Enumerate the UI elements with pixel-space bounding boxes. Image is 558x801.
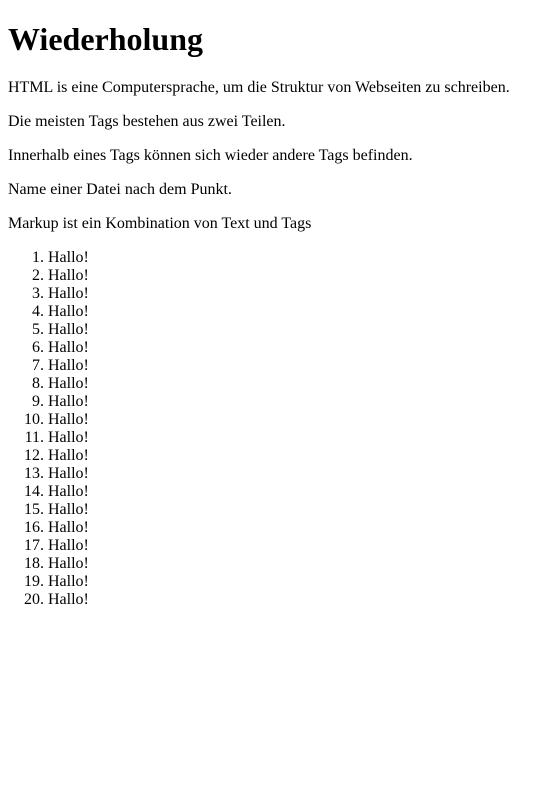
page-content: Wiederholung HTML is eine Computersprach… — [0, 21, 558, 609]
list-item: Hallo! — [48, 501, 550, 519]
paragraph-tags-two-parts: Die meisten Tags bestehen aus zwei Teile… — [8, 113, 286, 130]
list-item: Hallo! — [48, 537, 550, 555]
list-item: Hallo! — [48, 339, 550, 357]
list-item: Hallo! — [48, 465, 550, 483]
list-item: Hallo! — [48, 483, 550, 501]
list-item: Hallo! — [48, 573, 550, 591]
list-item: Hallo! — [48, 249, 550, 267]
paragraph-html-definition: HTML is eine Computersprache, um die Str… — [8, 79, 510, 96]
list-item: Hallo! — [48, 393, 550, 411]
list-item: Hallo! — [48, 357, 550, 375]
paragraph-markup-definition: Markup ist ein Kombination von Text und … — [8, 215, 312, 232]
list-item: Hallo! — [48, 375, 550, 393]
ordered-list: Hallo! Hallo! Hallo! Hallo! Hallo! Hallo… — [8, 249, 550, 609]
list-item: Hallo! — [48, 411, 550, 429]
list-item: Hallo! — [48, 429, 550, 447]
paragraph-file-extension: Name einer Datei nach dem Punkt. — [8, 181, 232, 198]
list-item: Hallo! — [48, 555, 550, 573]
list-item: Hallo! — [48, 447, 550, 465]
list-item: Hallo! — [48, 267, 550, 285]
paragraph-nested-tags: Innerhalb eines Tags können sich wieder … — [8, 147, 413, 164]
list-item: Hallo! — [48, 321, 550, 339]
list-item: Hallo! — [48, 303, 550, 321]
list-item: Hallo! — [48, 519, 550, 537]
page-heading: Wiederholung — [8, 21, 203, 57]
list-item: Hallo! — [48, 285, 550, 303]
list-item: Hallo! — [48, 591, 550, 609]
